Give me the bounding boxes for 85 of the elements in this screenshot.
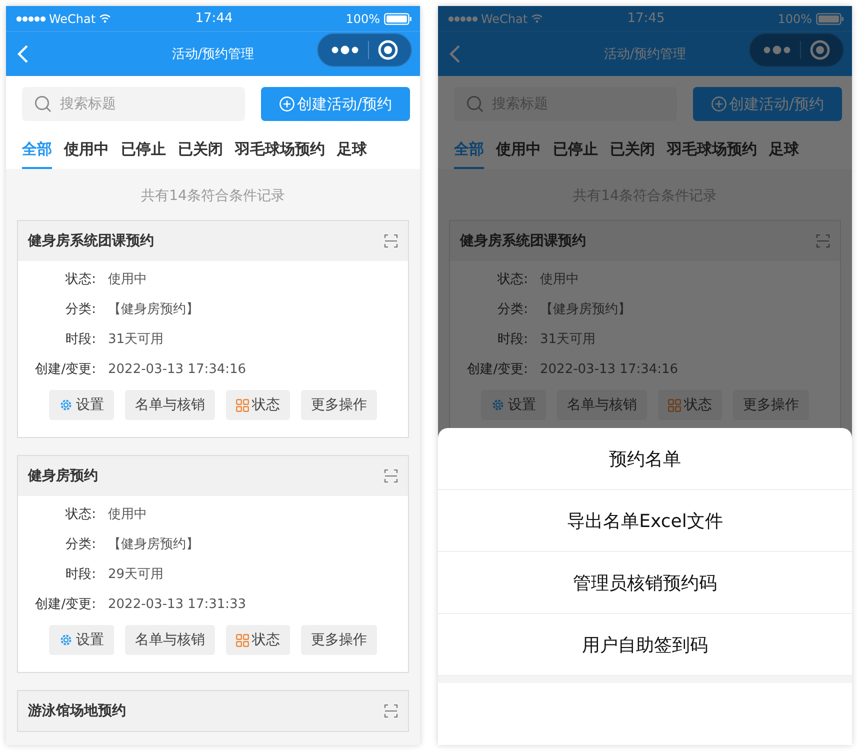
field-value: 2022-03-13 17:31:33 xyxy=(108,596,246,612)
card-action-button[interactable]: 名单与核销 xyxy=(125,390,215,420)
field-label: 分类: xyxy=(496,301,528,318)
field-label: 创建/变更: xyxy=(34,596,96,613)
field-label: 时段: xyxy=(64,566,96,583)
filter-tab[interactable]: 已关闭 xyxy=(610,134,655,169)
battery-percent: 100% xyxy=(778,12,812,26)
page-title: 活动/预约管理 xyxy=(602,46,688,63)
battery-icon xyxy=(384,12,412,24)
card-action-button[interactable]: 名单与核销 xyxy=(125,625,215,655)
target-icon[interactable] xyxy=(809,39,831,61)
field-value: 31天可用 xyxy=(540,331,596,348)
scan-icon[interactable] xyxy=(384,469,398,483)
field-label: 分类: xyxy=(64,301,96,318)
page-title: 活动/预约管理 xyxy=(170,46,256,63)
card-action-button[interactable]: 更多操作 xyxy=(301,625,377,655)
field-label: 状态: xyxy=(64,506,96,523)
carrier-name: WeChat xyxy=(481,12,528,26)
field-label: 时段: xyxy=(64,331,96,348)
filter-tab[interactable]: 羽毛球场预约 xyxy=(667,134,757,169)
filter-tab[interactable]: 足球 xyxy=(337,134,367,169)
more-icon[interactable] xyxy=(762,45,792,55)
field-value: 【健身房预约】 xyxy=(540,301,631,318)
card-action-button[interactable]: 状态 xyxy=(226,625,290,655)
back-icon[interactable] xyxy=(449,44,461,64)
card-action-button[interactable]: 状态 xyxy=(226,390,290,420)
scan-icon[interactable] xyxy=(816,234,830,248)
filter-tab[interactable]: 足球 xyxy=(769,134,799,169)
status-time: 17:44 xyxy=(195,11,233,26)
gear-icon xyxy=(59,633,73,647)
card-title: 健身房预约 xyxy=(28,467,98,485)
card-title: 健身房系统团课预约 xyxy=(460,232,586,250)
battery-icon xyxy=(816,12,844,24)
gear-icon xyxy=(491,398,505,412)
card-title: 健身房系统团课预约 xyxy=(28,232,154,250)
plus-circle-icon xyxy=(278,96,295,112)
record-count: 共有14条符合条件记录 xyxy=(140,187,286,206)
field-label: 创建/变更: xyxy=(466,361,528,378)
grid-icon xyxy=(236,634,249,646)
card-action-button[interactable]: 设置 xyxy=(49,390,114,420)
field-value: 2022-03-13 17:34:16 xyxy=(108,362,246,376)
search-field[interactable]: 搜索标题 xyxy=(22,87,245,121)
filter-tab[interactable]: 使用中 xyxy=(64,134,109,169)
field-value: 29天可用 xyxy=(108,566,164,583)
field-value: 使用中 xyxy=(108,271,147,288)
field-value: 使用中 xyxy=(540,271,579,288)
field-value: 31天可用 xyxy=(108,331,164,348)
filter-tab[interactable]: 已停止 xyxy=(553,134,598,169)
sheet-option[interactable]: 导出名单Excel文件 xyxy=(438,490,852,552)
card-action-button[interactable]: 设置 xyxy=(49,625,114,655)
capsule-menu[interactable] xyxy=(317,33,412,67)
field-label: 状态: xyxy=(496,271,528,288)
field-label: 分类: xyxy=(64,536,96,553)
wifi-icon xyxy=(98,14,111,23)
target-icon[interactable] xyxy=(377,39,399,61)
battery-percent: 100% xyxy=(346,12,380,26)
field-value: 2022-03-13 17:34:16 xyxy=(540,362,678,376)
field-label: 时段: xyxy=(496,331,528,348)
filter-tab[interactable]: 羽毛球场预约 xyxy=(235,134,325,169)
plus-circle-icon xyxy=(710,96,727,112)
wifi-icon xyxy=(530,14,543,23)
back-icon[interactable] xyxy=(17,44,29,64)
signal-icon xyxy=(16,16,46,22)
filter-tab[interactable]: 使用中 xyxy=(496,134,541,169)
filter-tab[interactable]: 已关闭 xyxy=(178,134,223,169)
scan-icon[interactable] xyxy=(384,234,398,248)
capsule-menu[interactable] xyxy=(749,33,844,67)
card-title: 游泳馆场地预约 xyxy=(28,702,126,720)
sheet-option[interactable]: 预约名单 xyxy=(438,428,852,490)
grid-icon xyxy=(236,398,249,412)
status-time: 17:45 xyxy=(627,11,665,26)
carrier-name: WeChat xyxy=(49,12,96,26)
grid-icon xyxy=(668,398,681,412)
card-action-button[interactable]: 更多操作 xyxy=(301,390,377,420)
field-label: 状态: xyxy=(64,271,96,288)
field-value: 使用中 xyxy=(108,506,147,523)
sheet-option[interactable]: 管理员核销预约码 xyxy=(438,552,852,614)
field-label: 创建/变更: xyxy=(34,361,96,378)
scan-icon[interactable] xyxy=(384,704,398,718)
field-value: 【健身房预约】 xyxy=(108,301,199,318)
signal-icon xyxy=(448,16,478,22)
field-value: 【健身房预约】 xyxy=(108,536,199,553)
more-icon[interactable] xyxy=(330,45,360,55)
gear-icon xyxy=(59,398,73,412)
filter-tab[interactable]: 已停止 xyxy=(121,134,166,169)
